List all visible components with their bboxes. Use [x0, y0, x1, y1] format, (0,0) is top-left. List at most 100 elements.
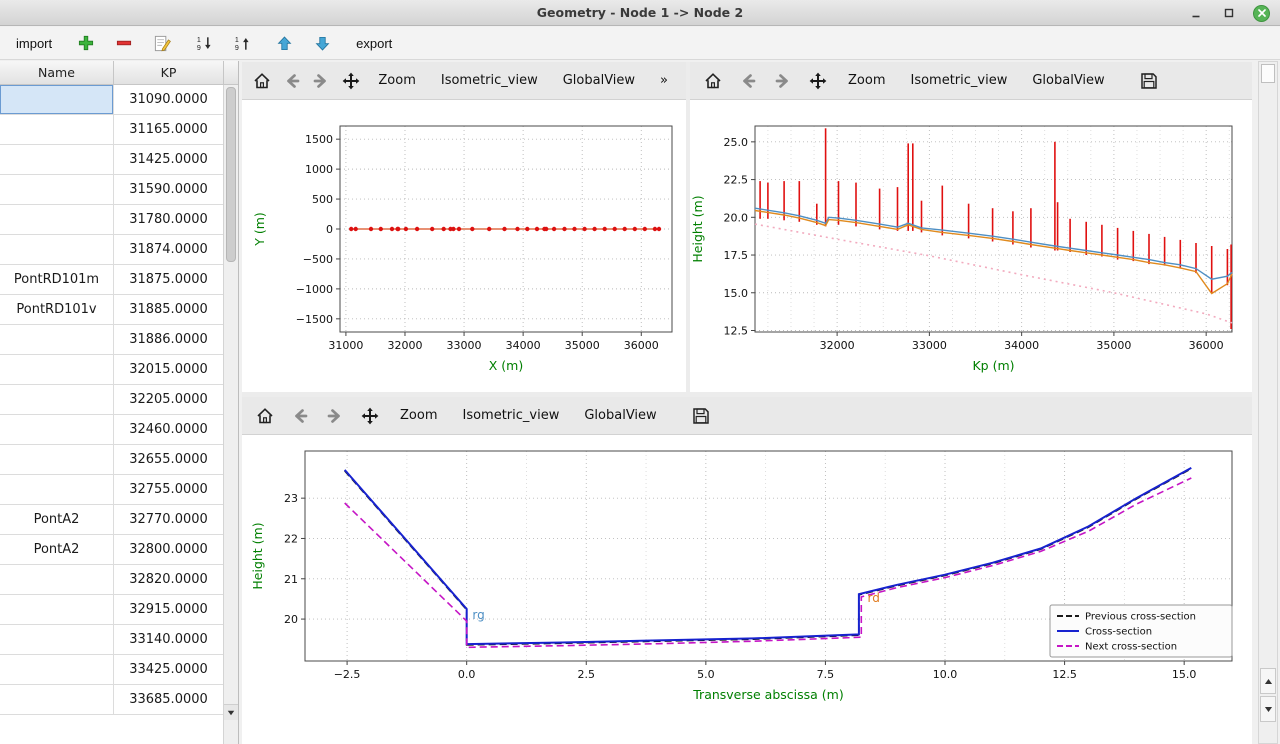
table-row[interactable]: 32755.0000 [0, 475, 224, 505]
cell-kp[interactable]: 32915.0000 [114, 595, 224, 624]
cell-name[interactable] [0, 565, 114, 594]
table-row[interactable]: 32915.0000 [0, 595, 224, 625]
table-row[interactable]: PontRD101m31875.0000 [0, 265, 224, 295]
cell-name[interactable]: PontRD101v [0, 295, 114, 324]
back-button[interactable] [733, 66, 763, 96]
cell-kp[interactable]: 33425.0000 [114, 655, 224, 684]
table-scrollbar-thumb[interactable] [226, 87, 236, 262]
table-row[interactable]: PontA232800.0000 [0, 535, 224, 565]
cell-kp[interactable]: 32205.0000 [114, 385, 224, 414]
close-button[interactable] [1253, 5, 1270, 22]
save-button[interactable] [686, 401, 716, 431]
move-up-button[interactable] [272, 31, 296, 55]
cell-name[interactable]: PontRD101m [0, 265, 114, 294]
cell-name[interactable] [0, 685, 114, 714]
cell-name[interactable] [0, 475, 114, 504]
cell-kp[interactable]: 33140.0000 [114, 625, 224, 654]
table-row[interactable]: PontA232770.0000 [0, 505, 224, 535]
scroll-down-button[interactable] [1260, 696, 1276, 722]
cell-name[interactable]: PontA2 [0, 505, 114, 534]
cell-kp[interactable]: 33685.0000 [114, 685, 224, 714]
forward-button[interactable] [320, 401, 350, 431]
table-row[interactable]: 31425.0000 [0, 145, 224, 175]
table-row[interactable]: 31165.0000 [0, 115, 224, 145]
cell-kp[interactable]: 31090.0000 [114, 85, 224, 114]
cell-kp[interactable]: 31165.0000 [114, 115, 224, 144]
cell-name[interactable]: PontA2 [0, 535, 114, 564]
table-row[interactable]: 31886.0000 [0, 325, 224, 355]
home-button[interactable] [250, 66, 275, 96]
cell-kp[interactable]: 32755.0000 [114, 475, 224, 504]
cell-kp[interactable]: 31425.0000 [114, 145, 224, 174]
table-row[interactable]: 31874.0000 [0, 235, 224, 265]
table-row[interactable]: 32460.0000 [0, 415, 224, 445]
cell-name[interactable] [0, 355, 114, 384]
cell-kp[interactable]: 31885.0000 [114, 295, 224, 324]
longitudinal-profile-chart[interactable]: 320003300034000350003600012.515.017.520.… [690, 100, 1250, 392]
table-row[interactable]: 31590.0000 [0, 175, 224, 205]
import-button[interactable]: import [12, 31, 56, 55]
table-row[interactable]: 33140.0000 [0, 625, 224, 655]
column-header-name[interactable]: Name [0, 61, 114, 84]
table-row[interactable]: PontRD101v31885.0000 [0, 295, 224, 325]
cell-name[interactable] [0, 385, 114, 414]
sort-descending-button[interactable] [192, 31, 216, 55]
back-button[interactable] [285, 401, 315, 431]
table-row[interactable]: 32655.0000 [0, 445, 224, 475]
table-scroll-down-button[interactable] [224, 704, 238, 720]
restore-button[interactable] [1220, 4, 1238, 22]
global-view-button[interactable]: GlobalView [1022, 66, 1114, 96]
cell-name[interactable] [0, 115, 114, 144]
table-row[interactable]: 32820.0000 [0, 565, 224, 595]
toolbar-overflow-button[interactable]: » [650, 66, 678, 96]
cell-kp[interactable]: 31874.0000 [114, 235, 224, 264]
cell-name[interactable] [0, 175, 114, 204]
cell-kp[interactable]: 32015.0000 [114, 355, 224, 384]
isometric-view-button[interactable]: Isometric_view [431, 66, 548, 96]
cell-kp[interactable]: 32820.0000 [114, 565, 224, 594]
isometric-view-button[interactable]: Isometric_view [452, 401, 569, 431]
minimize-button[interactable] [1187, 4, 1205, 22]
table-row[interactable]: 32205.0000 [0, 385, 224, 415]
cell-name[interactable] [0, 145, 114, 174]
move-down-button[interactable] [310, 31, 334, 55]
cell-name[interactable] [0, 445, 114, 474]
global-view-button[interactable]: GlobalView [574, 401, 666, 431]
pan-button[interactable] [355, 401, 385, 431]
cell-kp[interactable]: 32800.0000 [114, 535, 224, 564]
add-row-button[interactable] [74, 31, 98, 55]
cell-name[interactable] [0, 235, 114, 264]
forward-button[interactable] [309, 66, 334, 96]
zoom-button[interactable]: Zoom [838, 66, 895, 96]
cell-kp[interactable]: 31590.0000 [114, 175, 224, 204]
save-button[interactable] [1134, 66, 1164, 96]
cell-kp[interactable]: 31886.0000 [114, 325, 224, 354]
table-row[interactable]: 33685.0000 [0, 685, 224, 715]
table-row[interactable]: 33425.0000 [0, 655, 224, 685]
scroll-up-button[interactable] [1260, 668, 1276, 694]
home-button[interactable] [698, 66, 728, 96]
table-row[interactable]: 31090.0000 [0, 85, 224, 115]
zoom-button[interactable]: Zoom [368, 66, 425, 96]
zoom-button[interactable]: Zoom [390, 401, 447, 431]
cell-name[interactable] [0, 655, 114, 684]
window-scrollbar[interactable] [1258, 61, 1278, 744]
cell-name[interactable] [0, 325, 114, 354]
back-button[interactable] [280, 66, 305, 96]
home-button[interactable] [250, 401, 280, 431]
table-scrollbar[interactable] [223, 85, 238, 744]
cell-kp[interactable]: 32655.0000 [114, 445, 224, 474]
edit-button[interactable] [150, 31, 174, 55]
table-row[interactable]: 32015.0000 [0, 355, 224, 385]
plan-view-chart[interactable]: 310003200033000340003500036000−1500−1000… [242, 100, 686, 392]
global-view-button[interactable]: GlobalView [553, 66, 645, 96]
export-button[interactable]: export [352, 31, 396, 55]
pan-button[interactable] [339, 66, 364, 96]
table-row[interactable]: 31780.0000 [0, 205, 224, 235]
column-header-kp[interactable]: KP [114, 61, 224, 84]
pan-button[interactable] [803, 66, 833, 96]
cell-kp[interactable]: 32460.0000 [114, 415, 224, 444]
cell-kp[interactable]: 31875.0000 [114, 265, 224, 294]
sort-ascending-button[interactable] [230, 31, 254, 55]
remove-row-button[interactable] [112, 31, 136, 55]
